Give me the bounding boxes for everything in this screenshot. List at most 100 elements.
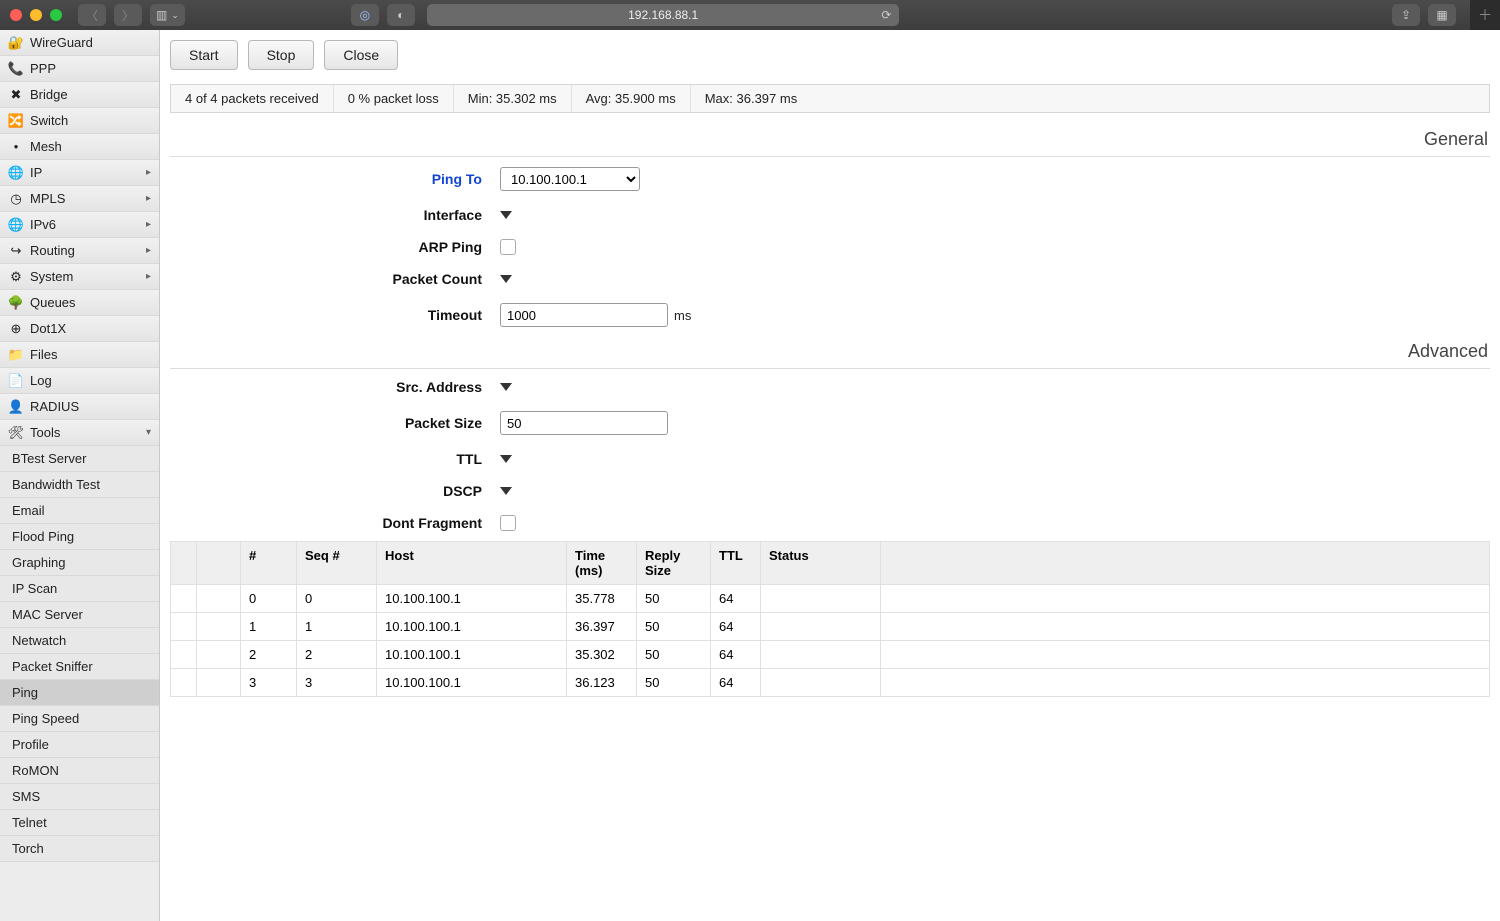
sidebar-item-ping-speed[interactable]: Ping Speed [0, 706, 159, 732]
sidebar-item-switch[interactable]: 🔀Switch [0, 108, 159, 134]
sidebar-item-ppp[interactable]: 📞PPP [0, 56, 159, 82]
cell-blank1 [171, 585, 197, 613]
log-icon: 📄 [8, 373, 24, 389]
sidebar-item-romon[interactable]: RoMON [0, 758, 159, 784]
col-host[interactable]: Host [377, 542, 567, 585]
sidebar-item-dot1x[interactable]: ⊕Dot1X [0, 316, 159, 342]
sidebar-item-label: Bandwidth Test [12, 477, 100, 492]
minimize-window-icon[interactable] [30, 9, 42, 21]
timeout-input[interactable] [500, 303, 668, 327]
sidebar-item-label: Ping [12, 685, 38, 700]
dont-fragment-checkbox[interactable] [500, 515, 516, 531]
system-icon: ⚙ [8, 269, 24, 285]
col-reply[interactable]: Reply Size [637, 542, 711, 585]
expand-packet-count-icon[interactable] [500, 275, 512, 283]
maximize-window-icon[interactable] [50, 9, 62, 21]
col-status[interactable]: Status [761, 542, 881, 585]
sidebar-item-label: Queues [30, 295, 76, 310]
sidebar-item-label: Torch [12, 841, 44, 856]
action-buttons: Start Stop Close [170, 40, 1490, 70]
sidebar-item-btest-server[interactable]: BTest Server [0, 446, 159, 472]
reload-icon[interactable]: ⟳ [881, 8, 891, 22]
tabs-overview-button[interactable]: ▦ [1428, 4, 1456, 26]
sidebar-item-torch[interactable]: Torch [0, 836, 159, 862]
label-packet-size: Packet Size [170, 415, 500, 431]
advanced-form: Src. Address Packet Size TTL DSCP Dont F… [170, 379, 1490, 531]
cell-n: 1 [241, 613, 297, 641]
window-controls [10, 9, 62, 21]
sidebar-item-routing[interactable]: ↪Routing▸ [0, 238, 159, 264]
sidebar-item-label: Telnet [12, 815, 47, 830]
expand-src-address-icon[interactable] [500, 383, 512, 391]
col-seq[interactable]: Seq # [297, 542, 377, 585]
stop-button[interactable]: Stop [248, 40, 315, 70]
label-packet-count: Packet Count [170, 271, 500, 287]
arp-ping-checkbox[interactable] [500, 239, 516, 255]
sidebar-item-mac-server[interactable]: MAC Server [0, 602, 159, 628]
sidebar-item-telnet[interactable]: Telnet [0, 810, 159, 836]
sidebar-item-log[interactable]: 📄Log [0, 368, 159, 394]
sidebar: 🔐WireGuard📞PPP✖Bridge🔀Switch•Mesh🌐IP▸◷MP… [0, 30, 160, 921]
cell-status [761, 641, 881, 669]
sidebar-item-label: RADIUS [30, 399, 79, 414]
cell-blank1 [171, 613, 197, 641]
close-button[interactable]: Close [324, 40, 398, 70]
sidebar-item-graphing[interactable]: Graphing [0, 550, 159, 576]
sidebar-item-label: RoMON [12, 763, 59, 778]
sidebar-item-mpls[interactable]: ◷MPLS▸ [0, 186, 159, 212]
sidebar-item-mesh[interactable]: •Mesh [0, 134, 159, 160]
sidebar-item-ping[interactable]: Ping [0, 680, 159, 706]
sidebar-item-files[interactable]: 📁Files [0, 342, 159, 368]
sidebar-item-radius[interactable]: 👤RADIUS [0, 394, 159, 420]
wireguard-icon: 🔐 [8, 35, 24, 51]
new-tab-button[interactable]: ＋ [1470, 0, 1500, 30]
col-hash[interactable]: # [241, 542, 297, 585]
cell-ttl: 64 [711, 669, 761, 697]
sidebar-item-packet-sniffer[interactable]: Packet Sniffer [0, 654, 159, 680]
close-window-icon[interactable] [10, 9, 22, 21]
expand-interface-icon[interactable] [500, 211, 512, 219]
start-button[interactable]: Start [170, 40, 238, 70]
forward-button[interactable]: 〉 [114, 4, 142, 26]
ping-to-select[interactable]: 10.100.100.1 [500, 167, 640, 191]
bridge-icon: ✖ [8, 87, 24, 103]
reader-shield-icon[interactable]: ◐ [387, 4, 415, 26]
table-row[interactable]: 3310.100.100.136.1235064 [171, 669, 1490, 697]
cell-host: 10.100.100.1 [377, 669, 567, 697]
table-row[interactable]: 2210.100.100.135.3025064 [171, 641, 1490, 669]
cell-seq: 0 [297, 585, 377, 613]
sidebar-item-tools[interactable]: 🛠Tools▾ [0, 420, 159, 446]
sidebar-item-system[interactable]: ⚙System▸ [0, 264, 159, 290]
sidebar-item-ip-scan[interactable]: IP Scan [0, 576, 159, 602]
cell-ttl: 64 [711, 613, 761, 641]
packet-size-input[interactable] [500, 411, 668, 435]
sidebar-toggle-button[interactable]: ▥ ⌄ [150, 4, 185, 26]
privacy-report-icon[interactable]: ◎ [351, 4, 379, 26]
sidebar-item-email[interactable]: Email [0, 498, 159, 524]
sidebar-item-label: PPP [30, 61, 56, 76]
col-ttl[interactable]: TTL [711, 542, 761, 585]
ping-stats-bar: 4 of 4 packets received 0 % packet loss … [170, 84, 1490, 113]
sidebar-item-label: Mesh [30, 139, 62, 154]
cell-ttl: 64 [711, 585, 761, 613]
sidebar-item-ipv6[interactable]: 🌐IPv6▸ [0, 212, 159, 238]
cell-reply: 50 [637, 613, 711, 641]
cell-filler [881, 585, 1490, 613]
sidebar-item-netwatch[interactable]: Netwatch [0, 628, 159, 654]
share-button[interactable]: ⇪ [1392, 4, 1420, 26]
table-row[interactable]: 0010.100.100.135.7785064 [171, 585, 1490, 613]
sidebar-item-flood-ping[interactable]: Flood Ping [0, 524, 159, 550]
expand-dscp-icon[interactable] [500, 487, 512, 495]
address-bar[interactable]: 192.168.88.1 ⟳ [427, 4, 900, 26]
sidebar-item-bridge[interactable]: ✖Bridge [0, 82, 159, 108]
sidebar-item-profile[interactable]: Profile [0, 732, 159, 758]
expand-ttl-icon[interactable] [500, 455, 512, 463]
sidebar-item-bandwidth-test[interactable]: Bandwidth Test [0, 472, 159, 498]
table-row[interactable]: 1110.100.100.136.3975064 [171, 613, 1490, 641]
col-time[interactable]: Time (ms) [567, 542, 637, 585]
sidebar-item-queues[interactable]: 🌳Queues [0, 290, 159, 316]
sidebar-item-sms[interactable]: SMS [0, 784, 159, 810]
back-button[interactable]: 〈 [78, 4, 106, 26]
sidebar-item-wireguard[interactable]: 🔐WireGuard [0, 30, 159, 56]
sidebar-item-ip[interactable]: 🌐IP▸ [0, 160, 159, 186]
